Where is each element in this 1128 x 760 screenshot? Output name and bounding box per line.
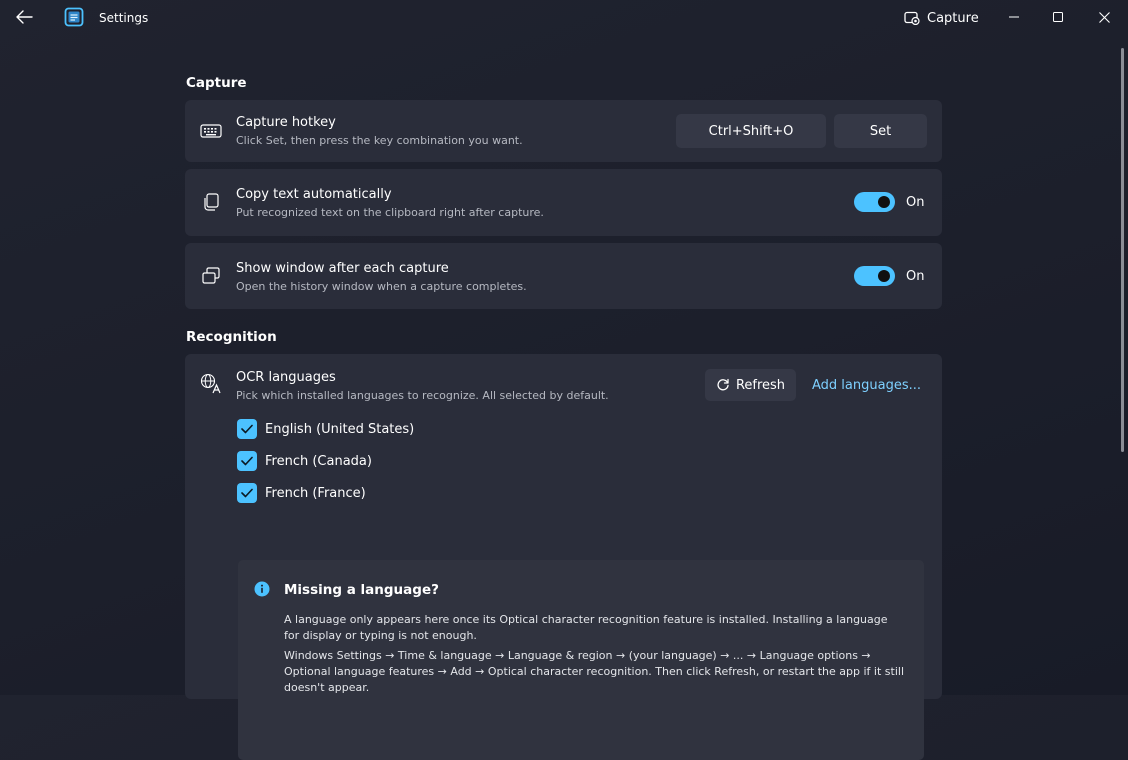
language-row-french-france[interactable]: French (France)	[237, 482, 366, 504]
show-window-description: Open the history window when a capture c…	[236, 280, 527, 293]
toggle-knob	[878, 196, 890, 208]
english-us-checkbox[interactable]	[237, 419, 257, 439]
info-paragraph-2: Windows Settings → Time & language → Lan…	[284, 649, 905, 694]
language-label: English (United States)	[265, 421, 415, 437]
copy-text-card: Copy text automatically Put recognized t…	[185, 169, 942, 236]
capture-button[interactable]: Capture	[900, 6, 983, 30]
set-hotkey-button[interactable]: Set	[834, 114, 927, 148]
maximize-button[interactable]	[1035, 0, 1081, 34]
refresh-icon	[717, 378, 729, 391]
checkmark-icon	[241, 456, 253, 466]
copy-text-title: Copy text automatically	[236, 187, 392, 202]
close-icon	[1098, 11, 1110, 23]
app-logo-icon	[64, 7, 84, 27]
show-window-title: Show window after each capture	[236, 261, 449, 276]
copy-icon	[199, 190, 223, 214]
refresh-button[interactable]: Refresh	[705, 369, 796, 401]
hotkey-title: Capture hotkey	[236, 115, 336, 130]
checkmark-icon	[241, 488, 253, 498]
info-paragraph-1: A language only appears here once its Op…	[284, 613, 888, 642]
language-label: French (France)	[265, 485, 366, 501]
show-window-toggle[interactable]	[854, 266, 895, 286]
language-row-french-canada[interactable]: French (Canada)	[237, 450, 372, 472]
window-title: Settings	[99, 11, 149, 25]
section-title-capture: Capture	[186, 75, 247, 91]
back-arrow-icon	[16, 10, 33, 24]
window-icon	[199, 264, 223, 288]
hotkey-value-field[interactable]: Ctrl+Shift+O	[676, 114, 826, 148]
add-languages-link[interactable]: Add languages...	[812, 378, 921, 393]
title-bar: Settings Capture	[0, 0, 1128, 36]
french-canada-checkbox[interactable]	[237, 451, 257, 471]
info-icon	[254, 581, 270, 597]
show-window-card: Show window after each capture Open the …	[185, 243, 942, 309]
french-france-checkbox[interactable]	[237, 483, 257, 503]
ocr-title: OCR languages	[236, 370, 336, 385]
close-button[interactable]	[1081, 0, 1127, 34]
minimize-icon	[1009, 16, 1019, 18]
copy-text-toggle[interactable]	[854, 192, 895, 212]
missing-language-infobar: Missing a language? A language only appe…	[238, 560, 924, 760]
capture-hotkey-card: Capture hotkey Click Set, then press the…	[185, 100, 942, 162]
copy-text-state: On	[906, 195, 925, 210]
checkmark-icon	[241, 424, 253, 434]
ocr-languages-card: OCR languages Pick which installed langu…	[185, 354, 942, 760]
keyboard-icon	[199, 119, 223, 143]
back-button[interactable]	[12, 6, 36, 28]
minimize-button[interactable]	[991, 0, 1037, 34]
info-title: Missing a language?	[284, 582, 439, 598]
language-row-english-us[interactable]: English (United States)	[237, 418, 414, 440]
copy-text-description: Put recognized text on the clipboard rig…	[236, 206, 544, 219]
capture-label: Capture	[927, 10, 979, 26]
hotkey-description: Click Set, then press the key combinatio…	[236, 134, 523, 147]
language-label: French (Canada)	[265, 453, 372, 469]
ocr-description: Pick which installed languages to recogn…	[236, 389, 609, 402]
toggle-knob	[878, 270, 890, 282]
refresh-label: Refresh	[735, 377, 786, 393]
show-window-state: On	[906, 269, 925, 284]
capture-icon	[904, 11, 920, 25]
language-icon	[199, 372, 223, 396]
section-title-recognition: Recognition	[186, 329, 277, 345]
vertical-scrollbar[interactable]	[1121, 48, 1124, 452]
maximize-icon	[1053, 12, 1063, 22]
